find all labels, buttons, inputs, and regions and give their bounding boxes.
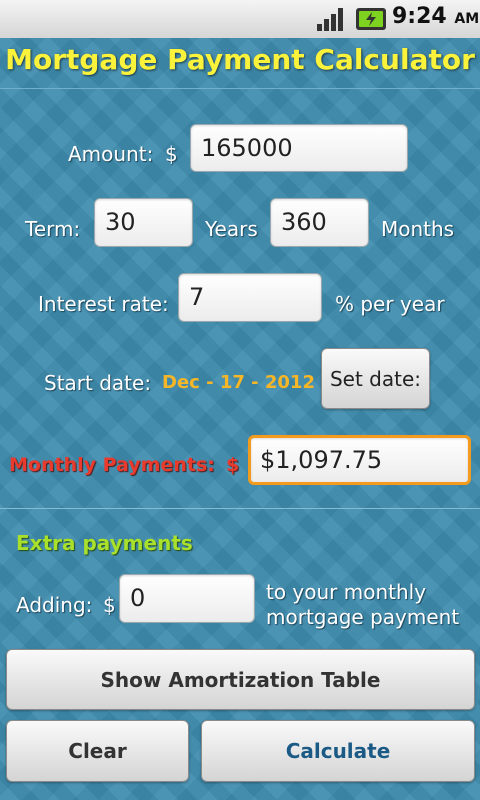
amount-input[interactable]: 165000: [190, 124, 408, 172]
clock-ampm: AM: [454, 11, 480, 27]
app-screen: Mortgage Payment Calculator Amount: $ 16…: [0, 38, 480, 800]
clock: 9:24 AM: [392, 4, 479, 29]
adding-description-line1: to your monthly: [266, 580, 427, 604]
start-date-label: Start date:: [44, 371, 152, 395]
adding-description-line2: mortgage payment: [266, 605, 460, 629]
interest-label: Interest rate:: [38, 292, 169, 316]
monthly-payments-label: Monthly Payments:: [9, 454, 215, 476]
status-bar: 9:24 AM: [0, 0, 480, 39]
extra-payments-title: Extra payments: [16, 531, 193, 555]
months-label: Months: [381, 217, 455, 241]
monthly-payment-output[interactable]: $1,097.75: [248, 435, 471, 485]
term-months-input[interactable]: 360: [270, 198, 369, 247]
adding-currency: $: [103, 593, 116, 617]
interest-unit-label: % per year: [335, 292, 445, 316]
section-divider: [0, 508, 480, 509]
battery-charging-icon: [356, 8, 386, 30]
amount-currency: $: [165, 142, 178, 166]
signal-icon: [317, 8, 343, 31]
years-label: Years: [205, 217, 258, 241]
amount-label: Amount:: [68, 142, 154, 166]
start-date-value: Dec - 17 - 2012: [162, 372, 315, 393]
show-amortization-button[interactable]: Show Amortization Table: [6, 649, 475, 710]
app-title: Mortgage Payment Calculator: [5, 43, 475, 76]
adding-label: Adding:: [16, 593, 93, 617]
monthly-currency: $: [226, 454, 240, 476]
clock-time: 9:24: [392, 4, 447, 29]
clear-button[interactable]: Clear: [6, 720, 189, 782]
title-bar: Mortgage Payment Calculator: [0, 38, 480, 89]
calculate-button[interactable]: Calculate: [201, 720, 475, 782]
adding-input[interactable]: 0: [119, 574, 255, 623]
term-years-input[interactable]: 30: [94, 198, 193, 247]
term-label: Term:: [25, 217, 81, 241]
interest-input[interactable]: 7: [178, 273, 322, 322]
set-date-button[interactable]: Set date:: [321, 348, 430, 409]
